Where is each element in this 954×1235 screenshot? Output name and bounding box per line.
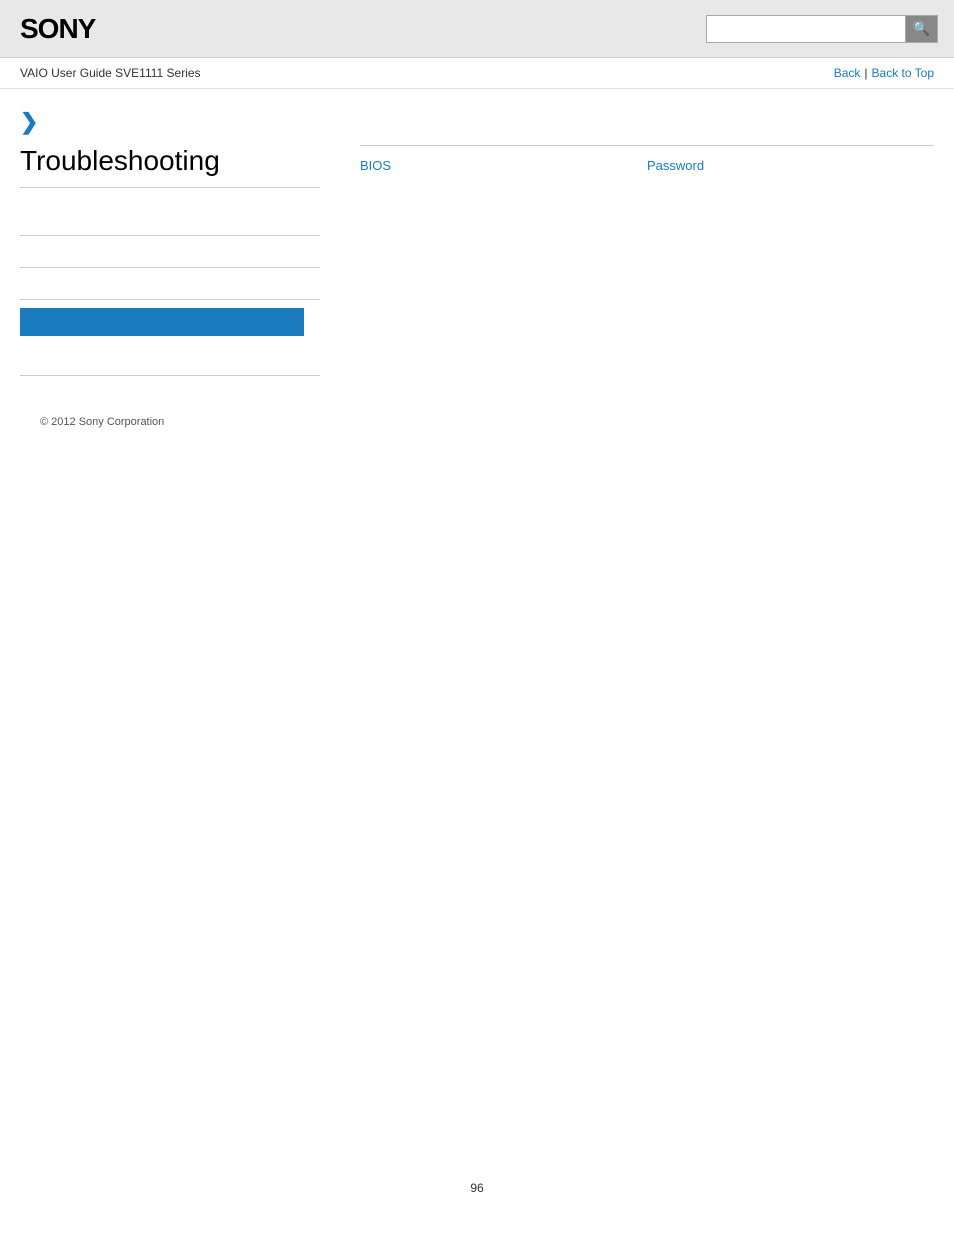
- nav-separator: |: [864, 66, 867, 80]
- topic-columns: BIOS Password: [360, 145, 934, 177]
- search-area: 🔍: [706, 15, 938, 43]
- search-button[interactable]: 🔍: [906, 15, 938, 43]
- topic-column-password: Password: [647, 145, 934, 177]
- breadcrumb-nav: Back | Back to Top: [834, 66, 934, 80]
- sidebar-empty-1: [20, 204, 320, 236]
- bios-link[interactable]: BIOS: [360, 154, 647, 177]
- sidebar-empty-2: [20, 236, 320, 268]
- page-number: 96: [0, 1161, 954, 1215]
- sidebar-link-group: [20, 204, 320, 300]
- sidebar-bottom-link: [20, 344, 320, 376]
- sony-logo: SONY: [20, 13, 95, 45]
- chevron-icon: ❯: [20, 109, 38, 134]
- search-icon: 🔍: [913, 20, 930, 37]
- page-title: Troubleshooting: [20, 145, 320, 188]
- breadcrumb-bar: VAIO User Guide SVE1111 Series Back | Ba…: [0, 58, 954, 89]
- back-to-top-link[interactable]: Back to Top: [872, 66, 934, 80]
- header: SONY 🔍: [0, 0, 954, 58]
- content-columns: Troubleshooting BIOS Password: [20, 145, 934, 376]
- guide-title: VAIO User Guide SVE1111 Series: [20, 66, 201, 80]
- sidebar-empty-3: [20, 268, 320, 300]
- footer: © 2012 Sony Corporation: [20, 396, 934, 448]
- left-sidebar: Troubleshooting: [20, 145, 340, 376]
- main-content: ❯ Troubleshooting BIOS: [0, 89, 954, 468]
- back-link[interactable]: Back: [834, 66, 861, 80]
- sidebar-highlight-item[interactable]: [20, 308, 304, 336]
- chevron-container: ❯: [20, 109, 934, 135]
- copyright-text: © 2012 Sony Corporation: [40, 416, 164, 428]
- password-link[interactable]: Password: [647, 154, 934, 177]
- topic-column-bios: BIOS: [360, 145, 647, 177]
- right-content: BIOS Password: [340, 145, 934, 376]
- search-input[interactable]: [706, 15, 906, 43]
